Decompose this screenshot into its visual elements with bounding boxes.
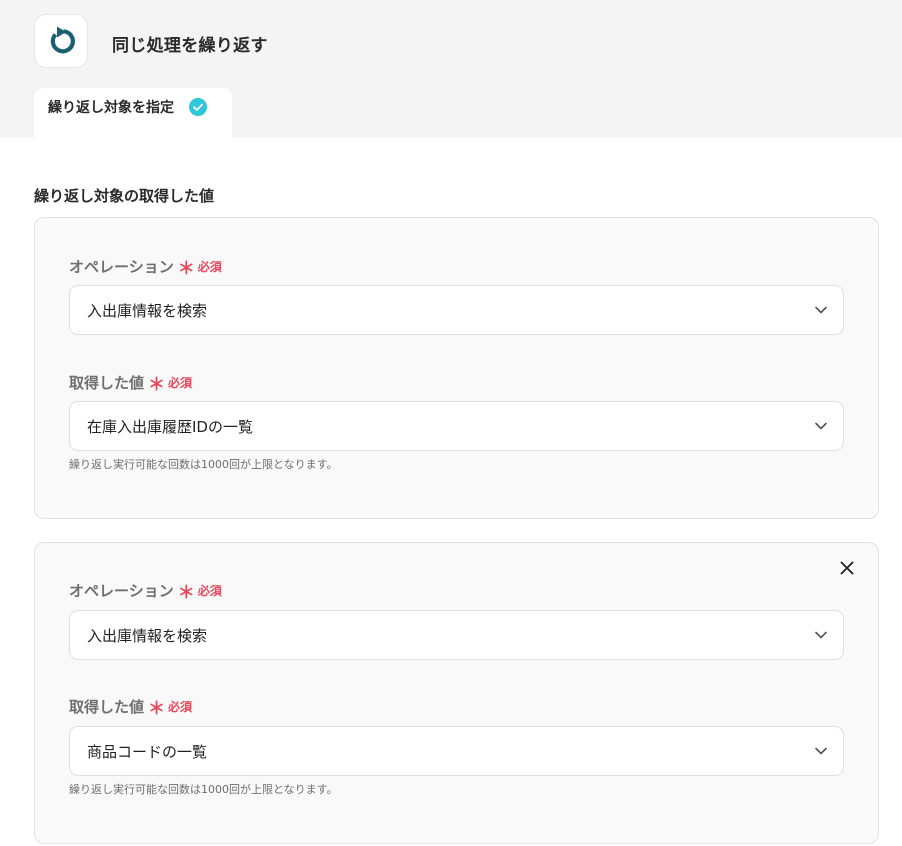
required-badge: 必須 [168,700,193,714]
operation-select[interactable]: 入出庫情報を検索 [69,610,844,660]
value-label: 取得した値 ＊ 必須 [69,694,192,719]
chevron-down-icon [815,631,827,639]
tab-repeat-target[interactable]: 繰り返し対象を指定 [34,88,232,138]
required-asterisk: ＊ [148,699,166,719]
chevron-down-icon [815,747,827,755]
tab-label: 繰り返し対象を指定 [48,100,174,116]
page-title: 同じ処理を繰り返す [112,36,268,56]
repeat-target-card: オペレーション ＊ 必須 入出庫情報を検索 取得した値 ＊ 必須 在庫入出庫履歴… [34,217,879,519]
close-icon[interactable] [838,559,856,577]
value-select[interactable]: 商品コードの一覧 [69,726,844,776]
value-select-value: 商品コードの一覧 [87,742,208,761]
required-asterisk: ＊ [148,375,166,395]
operation-select[interactable]: 入出庫情報を検索 [69,285,844,335]
operation-label-text: オペレーション [69,258,174,276]
chevron-down-icon [815,306,827,314]
value-label-text: 取得した値 [69,698,145,716]
repeat-target-card: オペレーション ＊ 必須 入出庫情報を検索 取得した値 ＊ 必須 商品コードの一… [34,542,879,844]
required-badge: 必須 [197,260,222,274]
check-circle-icon [189,98,207,116]
required-badge: 必須 [168,376,193,390]
operation-select-value: 入出庫情報を検索 [87,626,208,645]
operation-label: オペレーション ＊ 必須 [69,254,222,279]
operation-select-value: 入出庫情報を検索 [87,301,208,320]
value-select-value: 在庫入出庫履歴IDの一覧 [87,417,253,436]
limit-hint: 繰り返し実行可能な回数は1000回が上限となります。 [69,783,338,796]
required-asterisk: ＊ [177,259,195,279]
loop-arrow-icon [34,14,88,68]
required-badge: 必須 [197,584,222,598]
value-label: 取得した値 ＊ 必須 [69,370,192,395]
limit-hint: 繰り返し実行可能な回数は1000回が上限となります。 [69,458,338,471]
chevron-down-icon [815,422,827,430]
operation-label-text: オペレーション [69,582,174,600]
section-title: 繰り返し対象の取得した値 [34,187,215,205]
header: 同じ処理を繰り返す 繰り返し対象を指定 [0,0,902,138]
value-select[interactable]: 在庫入出庫履歴IDの一覧 [69,401,844,451]
operation-label: オペレーション ＊ 必須 [69,578,222,603]
value-label-text: 取得した値 [69,374,145,392]
required-asterisk: ＊ [177,583,195,603]
